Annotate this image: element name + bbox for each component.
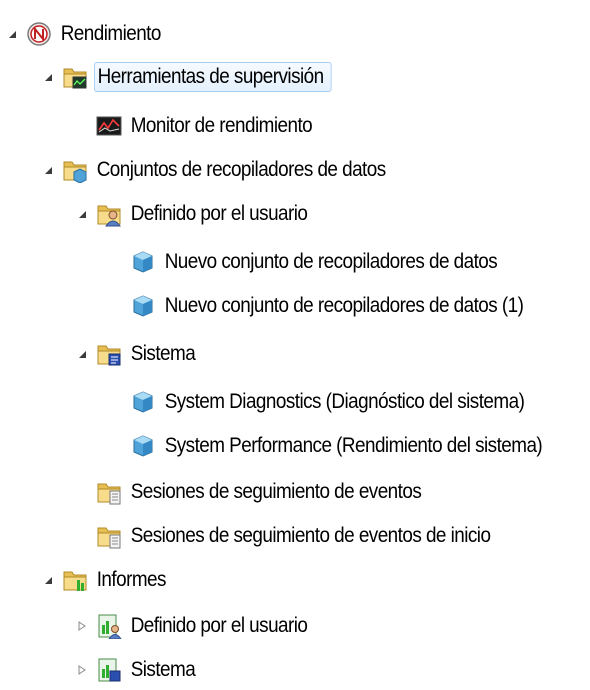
collapsed-arrow-icon[interactable] — [76, 620, 88, 632]
tree-node-label: Sesiones de seguimiento de eventos de in… — [130, 524, 491, 547]
folder-monitor-icon — [62, 64, 88, 90]
tree-node-label: Definido por el usuario — [130, 202, 308, 225]
folder-trace-icon — [96, 479, 122, 505]
tree-node-label: System Performance (Rendimiento del sist… — [164, 434, 543, 457]
tree-node-conjuntos-recopiladores[interactable]: Conjuntos de recopiladores de datos — [42, 150, 422, 190]
tree-node-nuevo-conjunto-2[interactable]: Nuevo conjunto de recopiladores de datos… — [130, 286, 568, 326]
folder-trace-icon — [96, 523, 122, 549]
tree-node-label: Sesiones de seguimiento de eventos — [130, 480, 422, 503]
collapsed-arrow-icon[interactable] — [76, 664, 88, 676]
tree-node-label: Informes — [96, 568, 167, 591]
tree-node-label: Sistema — [130, 342, 196, 365]
tree-node-monitor-rendimiento[interactable]: Monitor de rendimiento — [96, 106, 337, 146]
data-collector-set-icon — [130, 389, 156, 415]
tree-node-informes-sistema[interactable]: Sistema — [76, 650, 207, 690]
expand-arrow-icon[interactable] — [42, 574, 54, 586]
tree-node-label: Monitor de rendimiento — [130, 114, 313, 137]
report-user-icon — [96, 613, 122, 639]
tree-node-label: Nuevo conjunto de recopiladores de datos… — [164, 294, 524, 317]
tree-node-label: Sistema — [130, 658, 196, 681]
tree-node-herramientas-supervision[interactable]: Herramientas de supervisión — [42, 57, 358, 97]
tree-node-label: Definido por el usuario — [130, 614, 308, 637]
folder-system-icon — [96, 341, 122, 367]
tree-node-label: Herramientas de supervisión — [94, 62, 332, 92]
tree-node-informes[interactable]: Informes — [42, 560, 178, 600]
folder-reports-icon — [62, 567, 88, 593]
tree-node-informes-definido-usuario[interactable]: Definido por el usuario — [76, 606, 331, 646]
performance-gauge-icon — [26, 21, 52, 47]
expand-arrow-icon[interactable] — [76, 348, 88, 360]
performance-tree: Rendimiento Herramientas de supervisión … — [0, 0, 590, 682]
data-collector-set-icon — [130, 293, 156, 319]
tree-node-system-performance[interactable]: System Performance (Rendimiento del sist… — [130, 426, 588, 466]
tree-node-definido-usuario[interactable]: Definido por el usuario — [76, 194, 331, 234]
tree-node-label: System Diagnostics (Diagnóstico del sist… — [164, 390, 525, 413]
expand-arrow-icon[interactable] — [6, 28, 18, 40]
tree-node-sesiones-seguimiento[interactable]: Sesiones de seguimiento de eventos — [96, 472, 458, 512]
tree-node-system-diagnostics[interactable]: System Diagnostics (Diagnóstico del sist… — [130, 382, 569, 422]
expand-arrow-icon[interactable] — [42, 164, 54, 176]
report-system-icon — [96, 657, 122, 683]
tree-node-nuevo-conjunto-1[interactable]: Nuevo conjunto de recopiladores de datos — [130, 242, 538, 282]
folder-user-icon — [96, 201, 122, 227]
tree-node-label: Conjuntos de recopiladores de datos — [96, 158, 386, 181]
expand-arrow-icon[interactable] — [42, 71, 54, 83]
tree-node-label: Rendimiento — [60, 22, 162, 45]
expand-arrow-icon[interactable] — [76, 208, 88, 220]
performance-monitor-icon — [96, 113, 122, 139]
folder-collector-icon — [62, 157, 88, 183]
data-collector-set-icon — [130, 249, 156, 275]
data-collector-set-icon — [130, 433, 156, 459]
tree-node-sistema[interactable]: Sistema — [76, 334, 207, 374]
tree-node-rendimiento[interactable]: Rendimiento — [6, 14, 176, 54]
tree-node-sesiones-seguimiento-inicio[interactable]: Sesiones de seguimiento de eventos de in… — [96, 516, 535, 556]
tree-node-label: Nuevo conjunto de recopiladores de datos — [164, 250, 498, 273]
